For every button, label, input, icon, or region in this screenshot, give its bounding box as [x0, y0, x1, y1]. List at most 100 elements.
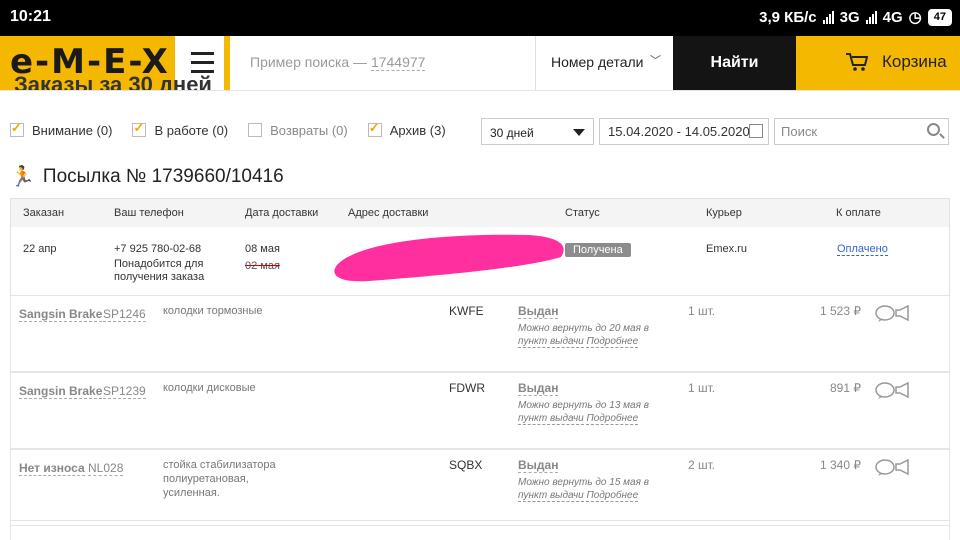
order-search-placeholder: Поиск — [781, 124, 818, 139]
redacted-address — [334, 234, 564, 282]
filter-in-progress[interactable]: В работе (0) — [132, 120, 229, 138]
item-price: 1 340 ₽ — [820, 458, 861, 472]
date-range-value: 15.04.2020 - 14.05.2020 — [608, 124, 750, 139]
network-type-2: 4G — [882, 8, 903, 26]
signal-icon-2 — [865, 10, 877, 24]
order-item: Sangsin Brake SP1239 колодки дисковые FD… — [10, 372, 950, 449]
parcel-title: 🏃 Посылка № 1739660/10416 — [10, 164, 284, 189]
header-address: Адрес доставки — [348, 207, 429, 219]
network-speed: 3,9 КБ/с — [759, 8, 817, 26]
signal-icon — [822, 10, 834, 24]
item-qty: 2 шт. — [688, 458, 716, 472]
hamburger-icon-line — [191, 61, 214, 64]
header-search-input[interactable]: Пример поиска — 1744977 — [250, 54, 426, 71]
parcel-row: 22 апр +7 925 780-02-68 Понадобится для … — [11, 227, 949, 295]
return-note-text: Можно вернуть до 13 мая в — [518, 400, 649, 411]
alarm-icon: ◷ — [908, 9, 922, 26]
return-note-text: Можно вернуть до 20 мая в — [518, 323, 649, 334]
hamburger-icon — [191, 52, 214, 55]
status-badge: Получена — [565, 243, 631, 257]
details-link[interactable]: Подробнее — [586, 490, 639, 502]
courier: Emex.ru — [706, 243, 747, 255]
payment-status-link[interactable]: Оплачено — [837, 243, 888, 256]
header-phone: Ваш телефон — [114, 207, 184, 219]
header-status: Статус — [565, 207, 600, 219]
header-payment: К оплате — [836, 207, 881, 219]
system-status-bar: 10:21 3,9 КБ/с 3G 4G ◷ 47 — [0, 0, 960, 36]
delivery-date: 08 мая — [245, 243, 280, 255]
checkbox[interactable] — [367, 120, 382, 137]
item-status[interactable]: Выдан — [518, 381, 559, 396]
item-return-note: Можно вернуть до 15 мая в пункт выдачи П… — [518, 476, 668, 502]
filter-returns[interactable]: Возвраты (0) — [248, 123, 348, 138]
pickup-point-link[interactable]: пункт выдачи — [518, 490, 584, 502]
clock: 10:21 — [10, 8, 51, 25]
cart-icon — [846, 53, 868, 71]
period-select[interactable]: 30 дней — [481, 118, 594, 145]
item-qty: 1 шт. — [688, 304, 716, 318]
item-description: колодки тормозные — [163, 305, 263, 317]
chat-megaphone-icon[interactable] — [874, 304, 914, 322]
date-range-input[interactable]: 15.04.2020 - 14.05.2020 — [599, 118, 769, 145]
filter-label: Внимание (0) — [32, 122, 113, 138]
battery-icon: 47 — [927, 8, 952, 26]
item-description: колодки дисковые — [163, 382, 256, 394]
item-supplier: SQBX — [449, 458, 483, 472]
filter-attention[interactable]: Внимание (0) — [10, 120, 113, 138]
chat-megaphone-icon[interactable] — [874, 381, 914, 399]
find-button[interactable]: Найти — [673, 36, 796, 90]
order-item: Нет износа NL028 стойка стабилизатора по… — [10, 449, 950, 526]
search-type-label: Номер детали — [551, 54, 644, 70]
item-code[interactable]: SP1239 — [103, 384, 146, 399]
runner-icon: 🏃 — [10, 166, 35, 188]
chevron-down-icon: ﹀ — [650, 55, 661, 67]
checkbox[interactable] — [132, 120, 147, 137]
item-code[interactable]: NL028 — [88, 461, 124, 476]
phone-note: Понадобится для получения заказа — [114, 258, 205, 283]
header-ordered: Заказан — [23, 207, 65, 219]
item-brand[interactable]: Нет износа — [19, 461, 85, 476]
calendar-icon[interactable] — [749, 124, 763, 138]
item-code[interactable]: SP1246 — [103, 307, 146, 322]
item-supplier: FDWR — [449, 381, 485, 395]
search-icon[interactable] — [927, 123, 940, 136]
checkbox[interactable] — [248, 123, 263, 137]
item-brand[interactable]: Sangsin Brake — [19, 307, 103, 322]
parcel-summary-table: Заказан Ваш телефон Дата доставки Адрес … — [10, 198, 950, 295]
filter-archive[interactable]: Архив (3) — [367, 120, 446, 138]
network-type-1: 3G — [839, 8, 860, 26]
item-status[interactable]: Выдан — [518, 304, 559, 319]
pickup-point-link[interactable]: пункт выдачи — [518, 336, 584, 348]
dropdown-arrow-icon — [573, 129, 585, 136]
ordered-date: 22 апр — [23, 243, 57, 255]
phone: +7 925 780-02-68 — [114, 243, 202, 255]
header-delivery-date: Дата доставки — [245, 207, 319, 219]
filter-label: Архив (3) — [389, 122, 446, 138]
cart-button[interactable]: Корзина — [796, 36, 960, 90]
search-type-select[interactable]: Номер детали ﹀ — [535, 36, 673, 90]
order-item: Sangsin Brake SP1246 колодки тормозные K… — [10, 295, 950, 372]
parcel-number: Посылка № 1739660/10416 — [42, 165, 284, 187]
item-price: 891 ₽ — [830, 381, 861, 395]
item-supplier: KWFE — [449, 304, 484, 318]
item-status[interactable]: Выдан — [518, 458, 559, 473]
pickup-point-link[interactable]: пункт выдачи — [518, 413, 584, 425]
cart-label: Корзина — [882, 52, 947, 71]
return-note-text: Можно вернуть до 15 мая в — [518, 477, 649, 488]
details-link[interactable]: Подробнее — [586, 336, 639, 348]
order-filters: Внимание (0) В работе (0) Возвраты (0) А… — [10, 119, 466, 141]
header-courier: Курьер — [706, 207, 742, 219]
search-example-link[interactable]: 1744977 — [370, 54, 426, 71]
checkbox[interactable] — [10, 120, 24, 137]
details-link[interactable]: Подробнее — [586, 413, 639, 425]
filter-label: Возвраты (0) — [270, 122, 348, 138]
next-item-partial — [10, 520, 950, 540]
chat-megaphone-icon[interactable] — [874, 458, 914, 476]
order-search-input[interactable]: Поиск — [774, 118, 949, 145]
search-placeholder-prefix: Пример поиска — — [250, 54, 371, 70]
item-return-note: Можно вернуть до 20 мая в пункт выдачи П… — [518, 322, 668, 348]
status-icons: 3,9 КБ/с 3G 4G ◷ 47 — [759, 8, 952, 26]
filter-label: В работе (0) — [154, 122, 229, 138]
page-title: Заказы за 30 дней — [14, 72, 212, 90]
item-brand[interactable]: Sangsin Brake — [19, 384, 103, 399]
